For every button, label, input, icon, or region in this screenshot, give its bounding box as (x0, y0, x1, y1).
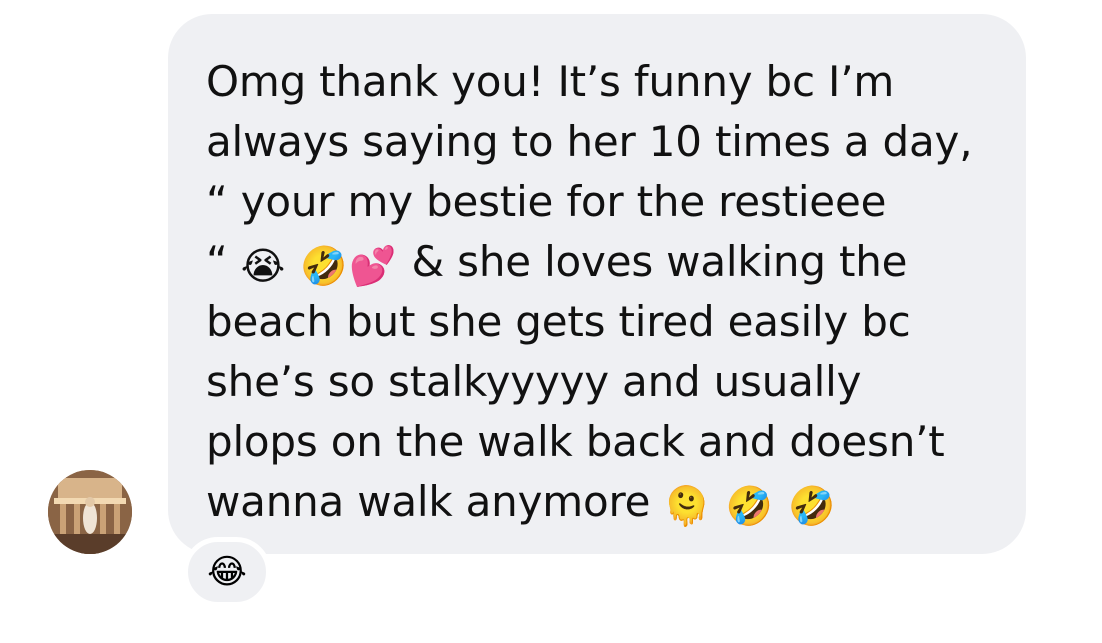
two-hearts-icon: 💕 (349, 244, 397, 288)
profile-photo-icon (48, 470, 132, 554)
message-line-7: plops on the walk back and doesn’t (206, 417, 945, 466)
message-line-8: wanna walk anymore 🫠 🤣 🤣 (206, 472, 996, 532)
rolling-on-floor-laughing-icon: 🤣 (725, 484, 773, 528)
message-line-4: “ 😭 🤣💕 & she loves walking the (206, 232, 996, 292)
message-text: “ (206, 237, 241, 286)
message-text: & she loves walking the (398, 237, 908, 286)
message-line-1: Omg thank you! It’s funny bc I’m (206, 57, 895, 106)
message-line-2: always saying to her 10 times a day, (206, 117, 973, 166)
message-line-3: “ your my bestie for the restieee (206, 177, 887, 226)
avatar[interactable] (48, 470, 132, 554)
loudly-crying-face-icon: 😭 (240, 244, 285, 288)
rolling-on-floor-laughing-icon: 🤣 (300, 244, 348, 288)
rolling-on-floor-laughing-icon: 🤣 (787, 484, 836, 528)
chat-thread: Omg thank you! It’s funny bc I’m always … (0, 0, 1102, 643)
message-line-6: she’s so stalkyyyyy and usually (206, 357, 862, 406)
message-text: wanna walk anymore (206, 477, 664, 526)
message-bubble[interactable]: Omg thank you! It’s funny bc I’m always … (168, 14, 1026, 554)
melting-face-icon: 🫠 (663, 484, 711, 528)
message-line-5: beach but she gets tired easily bc (206, 297, 911, 346)
reaction-badge[interactable]: 😂 (183, 537, 271, 607)
face-with-tears-of-joy-icon: 😂 (207, 552, 247, 592)
